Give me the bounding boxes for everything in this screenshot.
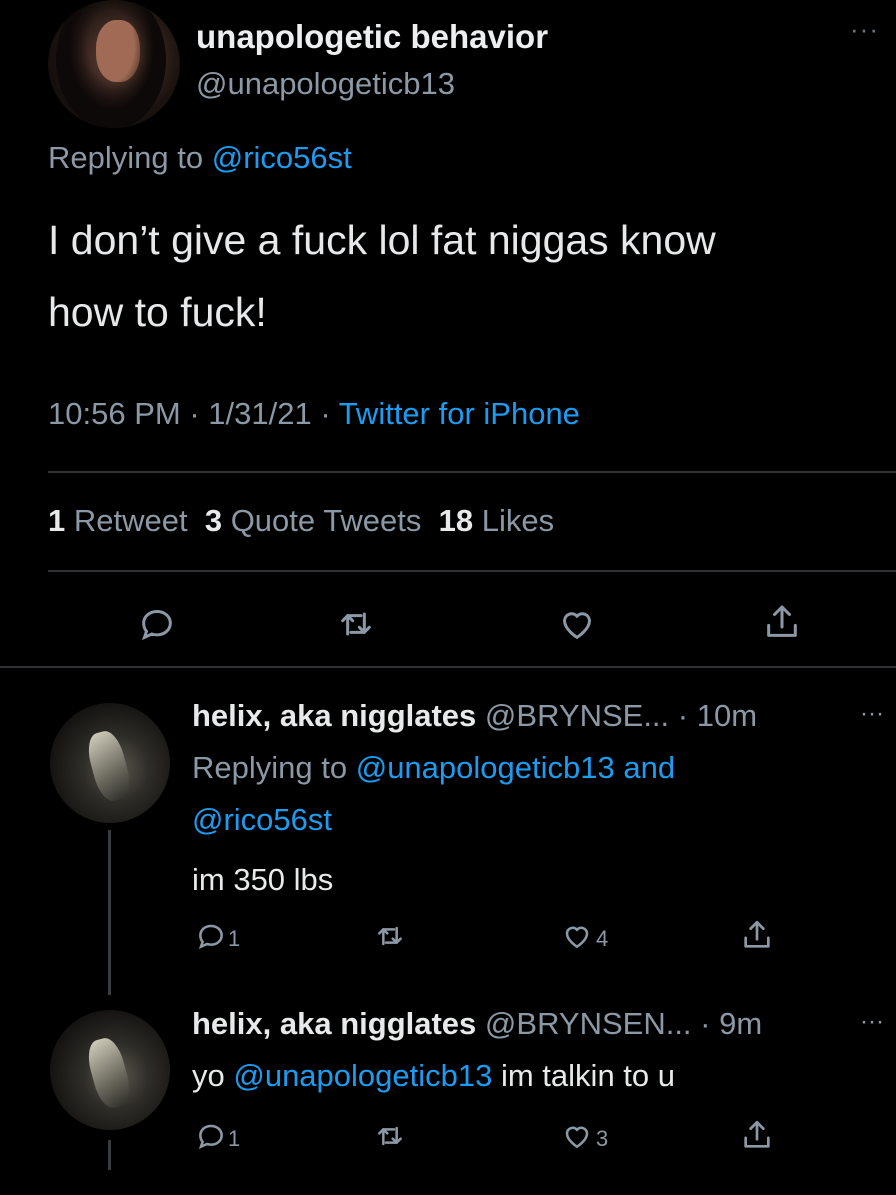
quotes-stat[interactable]: 3 Quote Tweets bbox=[205, 503, 422, 538]
share-icon bbox=[744, 920, 770, 948]
reply-time[interactable]: · 10m bbox=[678, 698, 757, 733]
retweets-stat[interactable]: 1 Retweet bbox=[48, 503, 188, 538]
share-icon bbox=[767, 605, 797, 637]
mention-link[interactable]: @unapologeticb13 bbox=[233, 1058, 492, 1093]
retweet-button[interactable] bbox=[372, 920, 408, 952]
like-button[interactable] bbox=[560, 920, 594, 952]
reply-avatar[interactable] bbox=[50, 1010, 170, 1130]
reply-author-name[interactable]: helix, aka nigglates bbox=[192, 1006, 476, 1041]
tweet-text: I don’t give a fuck lol fat niggas know … bbox=[48, 204, 868, 348]
likes-label: Likes bbox=[473, 503, 555, 538]
reply-text: yo @unapologeticb13 im talkin to u bbox=[192, 1058, 675, 1094]
tweet-time[interactable]: 10:56 PM bbox=[48, 396, 181, 431]
retweets-label: Retweet bbox=[65, 503, 188, 538]
more-options-icon[interactable]: ··· bbox=[860, 700, 884, 728]
retweet-button[interactable] bbox=[334, 604, 378, 644]
reply-icon bbox=[198, 1124, 223, 1149]
like-icon bbox=[565, 1126, 589, 1149]
replying-to-link[interactable]: @rico56st bbox=[192, 802, 332, 838]
share-button[interactable] bbox=[740, 1116, 774, 1154]
retweets-count: 1 bbox=[48, 503, 66, 538]
reply-header: helix, aka nigglates @BRYNSE... · 10m bbox=[192, 698, 757, 734]
divider bbox=[0, 666, 896, 668]
quotes-count: 3 bbox=[204, 503, 223, 538]
reply-icon bbox=[198, 924, 223, 949]
retweet-icon bbox=[378, 1126, 402, 1146]
thread-line bbox=[108, 830, 111, 995]
reply-time[interactable]: · 9m bbox=[700, 1006, 762, 1041]
divider bbox=[48, 471, 896, 473]
reply-text-prefix: yo bbox=[192, 1058, 234, 1093]
divider bbox=[48, 570, 896, 572]
share-icon bbox=[744, 1120, 770, 1148]
tweet-text-line-1: I don’t give a fuck lol fat niggas know bbox=[48, 217, 716, 263]
likes-count: 18 bbox=[438, 503, 474, 538]
reply-avatar[interactable] bbox=[50, 703, 170, 823]
author-name[interactable]: unapologetic behavior bbox=[196, 18, 548, 56]
tweet-text-line-2: how to fuck! bbox=[48, 289, 267, 335]
more-options-icon[interactable]: ··· bbox=[860, 1008, 884, 1036]
share-button[interactable] bbox=[762, 600, 802, 644]
thread-line bbox=[108, 1140, 111, 1170]
tweet-meta: 10:56 PM · 1/31/21 · Twitter for iPhone bbox=[48, 396, 580, 432]
author-avatar[interactable] bbox=[48, 0, 180, 128]
like-count: 3 bbox=[596, 1126, 609, 1151]
reply-count: 1 bbox=[228, 1126, 241, 1151]
meta-sep: · bbox=[180, 396, 209, 431]
like-button[interactable] bbox=[560, 1120, 594, 1152]
tweet-source[interactable]: Twitter for iPhone bbox=[339, 396, 580, 431]
like-icon bbox=[562, 612, 592, 640]
replying-and: and bbox=[614, 750, 676, 785]
reply-author-name[interactable]: helix, aka nigglates bbox=[192, 698, 476, 733]
reply-text: im 350 lbs bbox=[192, 862, 334, 897]
retweet-button[interactable] bbox=[372, 1120, 408, 1152]
tweet-stats: 1 Retweet 3 Quote Tweets 18 Likes bbox=[48, 503, 554, 539]
reply-text-suffix: im talkin to u bbox=[492, 1058, 675, 1093]
meta-sep: · bbox=[311, 396, 339, 431]
likes-stat[interactable]: 18 Likes bbox=[439, 503, 554, 538]
reply-count: 1 bbox=[228, 926, 241, 951]
retweet-icon bbox=[378, 926, 402, 946]
replying-prefix: Replying to bbox=[48, 140, 212, 175]
like-icon bbox=[565, 926, 589, 949]
replying-to-link[interactable]: @rico56st bbox=[212, 140, 352, 175]
reply-button[interactable] bbox=[194, 920, 228, 952]
like-count: 4 bbox=[596, 926, 609, 951]
replying-to: Replying to @rico56st bbox=[48, 140, 352, 176]
like-button[interactable] bbox=[556, 604, 598, 644]
reply-icon bbox=[142, 609, 172, 641]
tweet-date[interactable]: 1/31/21 bbox=[208, 396, 311, 431]
replying-to-link[interactable]: @unapologeticb13 bbox=[356, 750, 615, 785]
share-button[interactable] bbox=[740, 916, 774, 954]
reply-author-handle[interactable]: @BRYNSE... bbox=[485, 698, 669, 733]
reply-button[interactable] bbox=[194, 1120, 228, 1152]
reply-replying-to: Replying to @unapologeticb13 and bbox=[192, 750, 675, 786]
reply-button[interactable] bbox=[136, 604, 178, 644]
reply-header: helix, aka nigglates @BRYNSEN... · 9m bbox=[192, 1006, 762, 1042]
reply-author-handle[interactable]: @BRYNSEN... bbox=[485, 1006, 692, 1041]
quotes-label: Quote Tweets bbox=[222, 503, 422, 538]
replying-prefix: Replying to bbox=[192, 750, 356, 785]
author-handle[interactable]: @unapologeticb13 bbox=[196, 66, 455, 102]
more-options-icon[interactable]: ··· bbox=[850, 14, 879, 45]
retweet-icon bbox=[341, 612, 371, 636]
